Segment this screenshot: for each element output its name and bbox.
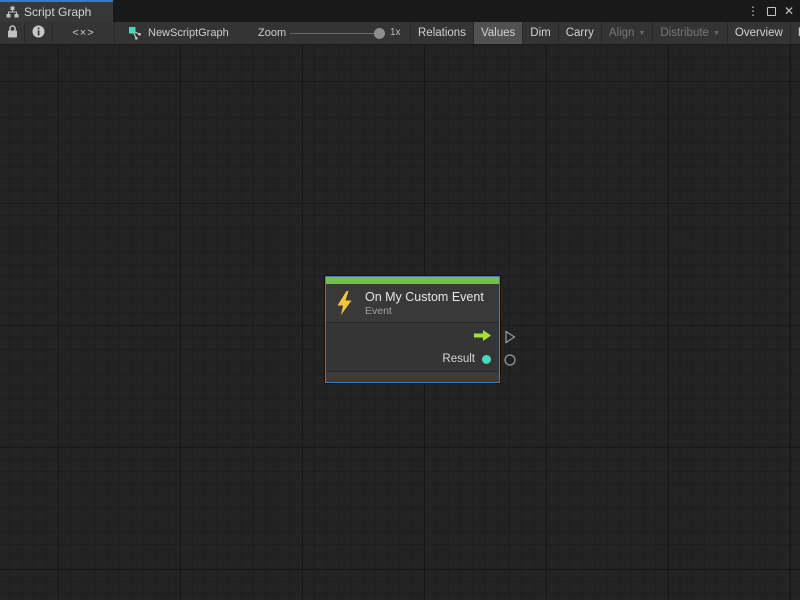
graph-name: NewScriptGraph xyxy=(148,27,229,39)
lock-button[interactable] xyxy=(0,22,25,44)
flow-output-port[interactable] xyxy=(473,329,492,342)
graph-toolbar: <×> NewScriptGraph Zoom 1x Relations Val… xyxy=(0,22,800,45)
zoom-value: 1x xyxy=(390,22,401,44)
node-titles: On My Custom Event Event xyxy=(365,290,484,317)
values-button[interactable]: Values xyxy=(473,22,522,44)
event-node[interactable]: On My Custom Event Event Result xyxy=(325,276,500,383)
graph-reference[interactable]: NewScriptGraph xyxy=(128,22,229,44)
hierarchy-graph-icon xyxy=(6,6,19,18)
external-flow-port[interactable] xyxy=(503,330,517,344)
close-button[interactable]: ✕ xyxy=(780,1,798,21)
result-port-label: Result xyxy=(442,353,475,365)
toolbar-button-group: Relations Values Dim Carry Align ▼ Distr… xyxy=(410,22,800,44)
info-button[interactable] xyxy=(25,22,53,44)
overview-button[interactable]: Overview xyxy=(727,22,790,44)
result-value-port[interactable] xyxy=(482,355,491,364)
zoom-slider-thumb[interactable] xyxy=(374,28,385,39)
chevron-down-icon: ▼ xyxy=(638,30,645,37)
maximize-icon xyxy=(767,7,776,16)
node-footer xyxy=(326,372,499,382)
zoom-label: Zoom xyxy=(258,22,286,44)
window-controls: ⋮ ✕ xyxy=(744,0,798,22)
node-color-bar xyxy=(326,277,499,284)
tab-title: Script Graph xyxy=(24,5,91,19)
lock-icon xyxy=(7,25,18,41)
node-subtitle: Event xyxy=(365,305,484,317)
zoom-slider-track[interactable] xyxy=(290,33,383,34)
close-icon: ✕ xyxy=(784,4,794,18)
external-value-port[interactable] xyxy=(503,353,517,367)
code-icon: <×> xyxy=(72,27,94,39)
lightning-bolt-icon xyxy=(334,290,355,316)
info-icon xyxy=(32,25,45,41)
kebab-menu-icon: ⋮ xyxy=(747,4,759,18)
window-menu-button[interactable]: ⋮ xyxy=(744,1,762,21)
tab-script-graph[interactable]: Script Graph xyxy=(0,0,113,22)
fullscreen-button[interactable]: Full Screen xyxy=(790,22,800,44)
code-view-button[interactable]: <×> xyxy=(53,22,115,44)
align-dropdown[interactable]: Align ▼ xyxy=(601,22,653,44)
script-graph-icon xyxy=(128,26,142,40)
node-title: On My Custom Event xyxy=(365,290,484,304)
flow-output-row xyxy=(326,323,499,347)
relations-button[interactable]: Relations xyxy=(410,22,473,44)
tab-bar: Script Graph ⋮ ✕ xyxy=(0,0,800,22)
carry-button[interactable]: Carry xyxy=(558,22,601,44)
dim-button[interactable]: Dim xyxy=(522,22,557,44)
result-output-row: Result xyxy=(326,347,499,371)
graph-canvas[interactable]: On My Custom Event Event Result xyxy=(0,45,800,600)
distribute-dropdown[interactable]: Distribute ▼ xyxy=(652,22,727,44)
node-header[interactable]: On My Custom Event Event xyxy=(326,284,499,322)
maximize-button[interactable] xyxy=(762,1,780,21)
chevron-down-icon: ▼ xyxy=(713,30,720,37)
